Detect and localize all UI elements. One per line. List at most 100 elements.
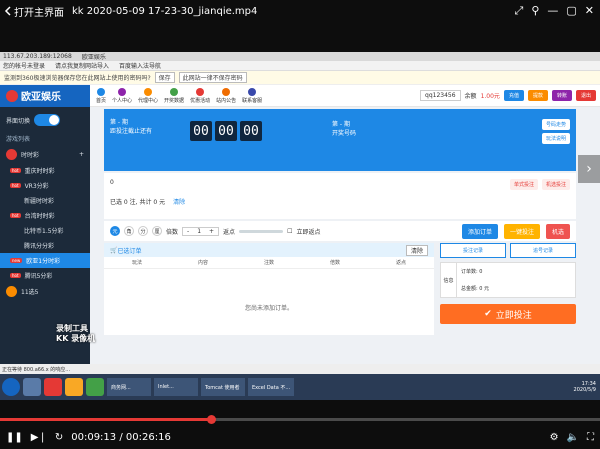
- unit-li[interactable]: 厘: [152, 226, 162, 236]
- logout-button[interactable]: 退出: [575, 90, 596, 101]
- place-bet-button[interactable]: ✔ 立即投注: [440, 304, 576, 324]
- sidebar-sub-item[interactable]: 新疆时时彩: [0, 193, 90, 208]
- interface-toggle[interactable]: [34, 114, 61, 126]
- back-to-main-button[interactable]: 打开主界面: [4, 4, 64, 19]
- selection-card: 0 已选 0 注, 共计 0 元 清除 单式投注 机选投注: [104, 173, 576, 219]
- withdraw-button[interactable]: 提款: [527, 90, 548, 101]
- pause-icon[interactable]: ❚❚: [6, 432, 23, 443]
- restore-icon[interactable]: ▢: [566, 4, 576, 18]
- taskbar-app-icon[interactable]: [44, 378, 62, 396]
- sidebar-sub-item[interactable]: 腾讯分分彩: [0, 238, 90, 253]
- badge: hot: [10, 273, 21, 278]
- password-notice-bar: 监测到360极速浏览器保存您在此网站上使用的密码吗? 保存 此网站一律不保存密码: [0, 71, 600, 85]
- taskbar-window[interactable]: Inlet...: [154, 378, 198, 396]
- unit-jiao[interactable]: 角: [124, 226, 134, 236]
- recharge-button[interactable]: 充值: [503, 90, 524, 101]
- nav-item[interactable]: 开奖数据: [164, 87, 184, 104]
- column-header: 倍数: [329, 260, 340, 266]
- column-header: 内容: [197, 260, 208, 266]
- quick-bet-button[interactable]: 一键投注: [503, 223, 540, 239]
- order-columns: 玩法 内容 注数 倍数 返点: [104, 257, 434, 269]
- nav-item[interactable]: 站内公告: [216, 87, 236, 104]
- sidebar-game-ssc[interactable]: 时时彩 +: [0, 146, 90, 163]
- badge: hot: [10, 213, 21, 218]
- taskbar-app-icon[interactable]: [23, 378, 41, 396]
- check-circle-icon: ✔: [484, 309, 492, 319]
- player-top-bar: 打开主界面 kk 2020-05-09 17-23-30_jianqie.mp4…: [0, 0, 600, 22]
- empty-orders-text: 您尚未添加订单。: [244, 305, 293, 312]
- sidebar-sub-item[interactable]: 比特币1.5分彩: [0, 223, 90, 238]
- bet-record-button[interactable]: 投注记录: [440, 243, 506, 258]
- single-bet-pill[interactable]: 单式投注: [509, 179, 538, 190]
- sidebar-game-11x5[interactable]: 11选5: [0, 283, 90, 300]
- nav-item[interactable]: 优惠活动: [190, 87, 210, 104]
- lottery-icon: [6, 149, 17, 160]
- progress-knob[interactable]: [206, 415, 216, 424]
- fullscreen-exit-icon[interactable]: ⤢: [515, 4, 524, 18]
- badge: new: [10, 258, 23, 263]
- fullscreen-icon[interactable]: ⛶: [587, 432, 594, 443]
- save-password-button[interactable]: 保存: [154, 72, 175, 83]
- checkbox-icon[interactable]: ☐: [287, 228, 292, 235]
- nav-item[interactable]: 联系客服: [242, 87, 262, 104]
- progress-bar[interactable]: [0, 415, 600, 424]
- cart-icon: 🛒: [110, 246, 118, 254]
- random-button[interactable]: 机选: [545, 223, 570, 239]
- sidebar-sub-item[interactable]: hot 台湾时时彩: [0, 208, 90, 223]
- sidebar-sub-item[interactable]: new 欧亚1分时彩: [0, 253, 90, 268]
- clear-orders-button[interactable]: 清除: [405, 244, 428, 256]
- add-order-button[interactable]: 添加订单: [461, 223, 498, 239]
- video-player: 打开主界面 kk 2020-05-09 17-23-30_jianqie.mp4…: [0, 0, 600, 449]
- username: qq123456: [420, 90, 461, 101]
- taskbar-folder-icon[interactable]: [65, 378, 83, 396]
- close-icon[interactable]: ✕: [585, 4, 594, 18]
- multiple-stepper[interactable]: - 1 +: [182, 226, 220, 236]
- draw-banner: 第 - 期 距投注截止还有 00 00 00 第 - 期 开奖号码 号码走势 玩…: [104, 109, 576, 171]
- column-header: 注数: [263, 260, 274, 266]
- unit-fen[interactable]: 分: [138, 226, 148, 236]
- sidebar-sub-item[interactable]: hot VR3分彩: [0, 178, 90, 193]
- random-bet-pill[interactable]: 机选投注: [541, 179, 570, 190]
- plus-icon: +: [78, 151, 84, 158]
- game-list-label: 游戏列表: [6, 136, 31, 143]
- rebate-slider[interactable]: [239, 229, 284, 233]
- settings-icon[interactable]: ⚙: [550, 432, 559, 443]
- nav-icon: [118, 87, 127, 96]
- clear-selection-link[interactable]: 清除: [173, 197, 185, 206]
- transfer-button[interactable]: 转账: [551, 90, 572, 101]
- browser-title-bar: 113.67.203.189:12068 欧亚娱乐: [0, 52, 600, 61]
- bet-toolbar: 元 角 分 厘 倍数 - 1 + 返点 ☐ 立即返点 添加订单 一键投注 机选: [104, 221, 576, 241]
- main-nav: 首页 个人中心 代理中心 开奖数据 优惠活动 站内公告 联系客服: [96, 87, 262, 104]
- nav-item[interactable]: 首页: [96, 87, 106, 104]
- pin-icon[interactable]: ⚲: [531, 4, 539, 18]
- windows-taskbar: 商务网... Inlet... Tomcat 使用者 Excel Data 不.…: [0, 374, 600, 400]
- app-logo[interactable]: 欧亚娱乐: [0, 84, 90, 107]
- rules-button[interactable]: 玩法说明: [541, 133, 570, 144]
- unit-yuan[interactable]: 元: [110, 226, 120, 236]
- taskbar-window[interactable]: Tomcat 使用者: [201, 378, 245, 396]
- column-header: 玩法: [131, 260, 142, 266]
- next-arrow-icon[interactable]: ›: [578, 155, 600, 183]
- next-icon[interactable]: ▶❘: [31, 432, 47, 443]
- taskbar-window[interactable]: Excel Data 不...: [248, 378, 295, 396]
- trend-button[interactable]: 号码走势: [541, 119, 570, 130]
- taskbar-clock: 17:34 2020/5/9: [573, 381, 596, 393]
- minimize-icon[interactable]: —: [547, 4, 558, 18]
- nav-item[interactable]: 个人中心: [112, 87, 132, 104]
- loop-icon[interactable]: ↻: [55, 432, 63, 443]
- volume-icon[interactable]: 🔈: [567, 432, 579, 443]
- user-area: qq123456 余额 1.00元 充值 提款 转账 退出: [420, 90, 596, 101]
- sidebar-sub-item[interactable]: hot 腾讯5分彩: [0, 268, 90, 283]
- start-icon[interactable]: [2, 378, 20, 396]
- taskbar-app-icon[interactable]: [86, 378, 104, 396]
- sidebar-sub-item[interactable]: hot 重庆时时彩: [0, 163, 90, 178]
- chase-record-button[interactable]: 追号记录: [510, 243, 576, 258]
- nav-item[interactable]: 代理中心: [138, 87, 158, 104]
- recorder-watermark: 录制工具 KK 录像机: [56, 324, 96, 343]
- order-table: 🛒 已选订单 清除 玩法 内容 注数 倍数 返点 您尚未添加订单。: [104, 243, 434, 335]
- taskbar-window[interactable]: 商务网...: [107, 378, 151, 396]
- lottery-11x5-icon: [6, 286, 17, 297]
- logo-mark-icon: [6, 89, 18, 102]
- app-header: 欧亚娱乐 首页 个人中心 代理中心 开奖数据 优惠活动 站内公告 联系客服 qq123456…: [0, 84, 600, 107]
- never-save-button[interactable]: 此网站一律不保存密码: [178, 72, 247, 83]
